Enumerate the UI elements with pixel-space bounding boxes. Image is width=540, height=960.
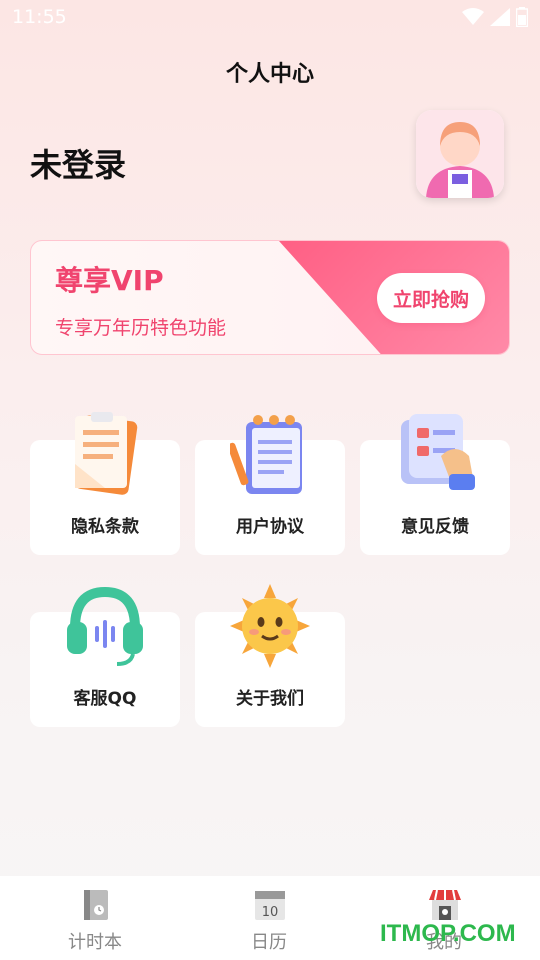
headset-icon: [67, 586, 143, 666]
menu-item-label: 关于我们: [236, 689, 304, 709]
menu-item-about[interactable]: 关于我们: [195, 584, 345, 727]
vip-buy-button[interactable]: 立即抢购: [377, 273, 485, 323]
menu-item-customer-service[interactable]: 客服QQ: [30, 586, 180, 727]
page-title: 个人中心: [225, 62, 314, 87]
login-status-text[interactable]: 未登录: [30, 140, 126, 186]
tab-label: 日历: [251, 932, 287, 953]
smiling-sun-icon: [230, 584, 310, 668]
vip-title: 尊享VIP: [55, 264, 164, 297]
tab-calendar[interactable]: 10 日历: [209, 876, 329, 960]
timer-book-icon: [84, 890, 108, 920]
watermark-text: ITMOP.COM: [380, 920, 516, 947]
avatar[interactable]: [416, 110, 504, 198]
battery-icon: [516, 7, 528, 27]
menu-item-agreement[interactable]: 用户协议: [195, 415, 345, 555]
status-time: 11:55: [12, 6, 67, 28]
menu-item-label: 意见反馈: [401, 517, 469, 537]
vip-banner[interactable]: 尊享VIP 专享万年历特色功能 立即抢购: [30, 240, 510, 355]
calendar-number: 10: [262, 905, 279, 920]
avatar-person-icon: [416, 110, 504, 198]
store-icon: [429, 889, 461, 920]
menu-item-label: 客服QQ: [73, 689, 137, 709]
calendar-icon: 10: [255, 891, 285, 920]
menu-item-privacy[interactable]: 隐私条款: [30, 412, 180, 555]
menu-item-feedback[interactable]: 意见反馈: [360, 414, 510, 555]
signal-icon: [490, 8, 510, 26]
vip-subtitle: 专享万年历特色功能: [55, 317, 227, 339]
wifi-icon: [462, 8, 484, 25]
clipboard-icon: [75, 412, 138, 495]
tab-label: 计时本: [68, 932, 122, 953]
menu-item-label: 隐私条款: [71, 517, 139, 537]
menu-item-label: 用户协议: [236, 517, 304, 537]
notebook-icon: [230, 415, 302, 494]
feedback-form-icon: [401, 414, 475, 490]
status-icons: [462, 7, 528, 27]
tab-timer-book[interactable]: 计时本: [35, 876, 155, 960]
status-bar: 11:55: [0, 0, 540, 34]
